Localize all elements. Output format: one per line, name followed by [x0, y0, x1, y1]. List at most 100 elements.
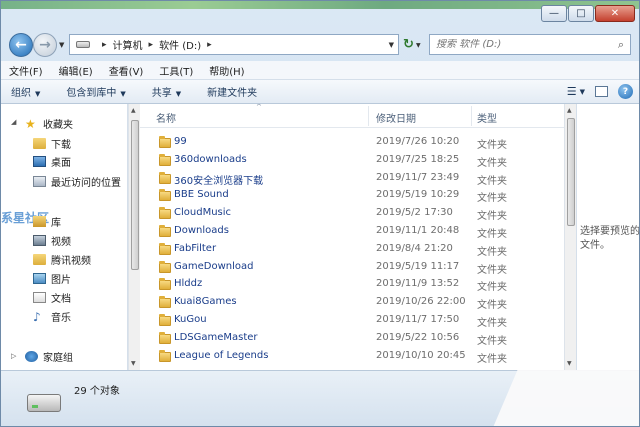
minimize-button[interactable]: — — [541, 5, 567, 22]
new-folder-button[interactable]: 新建文件夹 — [207, 84, 257, 99]
search-box[interactable]: ⌕ — [429, 34, 631, 55]
file-row[interactable]: CloudMusic 2019/5/2 17:30 文件夹 — [140, 205, 564, 223]
file-row[interactable]: 99 2019/7/26 10:20 文件夹 — [140, 134, 564, 152]
menu-file[interactable]: 文件(F) — [9, 63, 43, 78]
view-dropdown-icon[interactable]: ▼ — [580, 88, 585, 96]
file-row[interactable]: LDSGameMaster 2019/5/22 10:56 文件夹 — [140, 330, 564, 348]
nav-recent[interactable]: 最近访问的位置 — [33, 172, 121, 190]
library-icon — [33, 215, 46, 227]
nav-videos[interactable]: 视频 — [33, 231, 71, 249]
file-row[interactable]: FabFilter 2019/8/4 21:20 文件夹 — [140, 241, 564, 259]
include-in-library-button[interactable]: 包含到库中 ▼ — [66, 84, 125, 99]
maximize-button[interactable]: □ — [568, 5, 594, 22]
file-type: 文件夹 — [477, 264, 507, 276]
expand-homegroup-icon[interactable]: ▷ — [11, 352, 16, 360]
file-date: 2019/7/26 10:20 — [376, 136, 460, 147]
forward-button[interactable]: → — [33, 33, 57, 57]
file-row[interactable]: League of Legends 2019/10/10 20:45 文件夹 — [140, 348, 564, 366]
refresh-dropdown-icon[interactable]: ▼ — [416, 42, 421, 49]
column-date[interactable]: 修改日期 — [376, 110, 416, 125]
search-input[interactable] — [430, 39, 612, 50]
help-icon[interactable]: ? — [618, 84, 633, 99]
expand-favorites-icon[interactable]: ◢ — [11, 118, 16, 126]
preview-pane: 选择要预览的文件。 — [576, 104, 640, 370]
breadcrumb-separator-icon[interactable]: ▸ — [149, 40, 154, 50]
nav-desktop[interactable]: 桌面 — [33, 152, 71, 170]
menu-help[interactable]: 帮助(H) — [209, 63, 244, 78]
column-type[interactable]: 类型 — [477, 110, 497, 125]
history-dropdown-icon[interactable]: ▼ — [59, 41, 64, 49]
nav-homegroup[interactable]: 家庭组 — [25, 347, 73, 365]
column-divider[interactable] — [368, 106, 369, 126]
scroll-down-icon[interactable]: ▼ — [567, 360, 572, 367]
file-scroll-thumb[interactable] — [567, 118, 575, 226]
nav-scrollbar[interactable]: ▲ ▼ — [128, 104, 140, 370]
file-row[interactable]: Kuai8Games 2019/10/26 22:00 文件夹 — [140, 294, 564, 312]
share-button[interactable]: 共享 ▼ — [152, 84, 181, 99]
file-row[interactable]: KuGou 2019/11/7 17:50 文件夹 — [140, 312, 564, 330]
download-folder-icon — [33, 137, 46, 149]
scroll-up-icon[interactable]: ▲ — [131, 107, 136, 114]
file-date: 2019/5/2 17:30 — [376, 207, 453, 219]
file-type: 文件夹 — [477, 353, 507, 365]
file-row[interactable]: Hlddz 2019/11/9 13:52 文件夹 — [140, 276, 564, 294]
nav-documents[interactable]: 文档 — [33, 288, 71, 306]
menu-view[interactable]: 查看(V) — [109, 63, 144, 78]
nav-tencent-video[interactable]: 腾讯视频 — [33, 250, 91, 268]
breadcrumb-separator-icon[interactable]: ▸ — [207, 40, 212, 50]
nav-videos-label: 视频 — [51, 236, 71, 248]
back-button[interactable]: ← — [9, 33, 33, 57]
overlay-decoration — [492, 370, 639, 426]
nav-favorites[interactable]: ★ 收藏夹 — [25, 114, 73, 132]
file-date: 2019/5/19 10:29 — [376, 189, 460, 201]
breadcrumb-separator-icon[interactable]: ▸ — [102, 40, 107, 50]
preview-message: 选择要预览的文件。 — [580, 226, 640, 251]
file-row[interactable]: Downloads 2019/11/1 20:48 文件夹 — [140, 223, 564, 241]
column-divider[interactable] — [471, 106, 472, 126]
file-row[interactable]: 360安全浏览器下载 2019/11/7 23:49 文件夹 — [140, 170, 564, 188]
file-name: FabFilter — [174, 242, 217, 254]
file-date: 2019/7/25 18:25 — [376, 153, 460, 165]
nav-favorites-label: 收藏夹 — [43, 119, 73, 131]
view-options-icon[interactable]: ☰ — [567, 85, 577, 98]
chevron-down-icon: ▼ — [120, 90, 126, 98]
nav-pictures[interactable]: 图片 — [33, 269, 71, 287]
menu-edit[interactable]: 编辑(E) — [59, 63, 93, 78]
breadcrumb-drive[interactable]: 软件 (D:) — [159, 37, 201, 52]
nav-music[interactable]: ♪ 音乐 — [33, 307, 71, 325]
address-dropdown-icon[interactable]: ▼ — [389, 41, 394, 49]
file-type: 文件夹 — [477, 229, 507, 240]
file-row[interactable]: 360downloads 2019/7/25 18:25 文件夹 — [140, 152, 564, 170]
scroll-up-icon[interactable]: ▲ — [567, 107, 572, 114]
file-type: 文件夹 — [477, 318, 507, 329]
nav-libraries[interactable]: 库 — [33, 212, 61, 230]
refresh-icon[interactable]: ↻ — [403, 37, 414, 52]
video-icon — [33, 234, 46, 246]
file-type: 文件夹 — [477, 246, 507, 258]
address-row: ← → ▼ ▸ 计算机 ▸ 软件 (D:) ▸ ▼ ↻ ▼ ⌕ — [1, 31, 639, 59]
column-header: ^ 名称 修改日期 类型 — [140, 104, 564, 128]
breadcrumb-computer[interactable]: 计算机 — [113, 37, 143, 52]
nav-downloads[interactable]: 下载 — [33, 134, 71, 152]
file-name: LDSGameMaster — [174, 331, 258, 343]
file-date: 2019/8/4 21:20 — [376, 242, 453, 254]
file-list-scrollbar[interactable]: ▲ ▼ — [564, 104, 576, 370]
preview-pane-icon[interactable] — [595, 86, 608, 97]
address-bar[interactable]: ▸ 计算机 ▸ 软件 (D:) ▸ ▼ — [69, 34, 399, 55]
file-row[interactable]: GameDownload 2019/5/19 11:17 文件夹 — [140, 259, 564, 277]
scroll-down-icon[interactable]: ▼ — [131, 360, 136, 367]
nav-scroll-thumb[interactable] — [131, 120, 139, 270]
file-name: 99 — [174, 136, 187, 147]
folder-icon — [159, 260, 171, 273]
search-icon[interactable]: ⌕ — [612, 38, 630, 52]
nav-tencent-video-label: 腾讯视频 — [51, 255, 91, 267]
menu-tools[interactable]: 工具(T) — [159, 63, 193, 78]
include-library-label: 包含到库中 — [66, 88, 117, 99]
close-button[interactable]: ✕ — [595, 5, 635, 22]
organize-button[interactable]: 组织 ▼ — [11, 84, 40, 99]
file-name: 360downloads — [174, 153, 247, 165]
column-name[interactable]: 名称 — [156, 110, 176, 125]
picture-icon — [33, 272, 46, 284]
file-row[interactable]: BBE Sound 2019/5/19 10:29 文件夹 — [140, 187, 564, 205]
file-date: 2019/11/7 23:49 — [376, 171, 460, 183]
